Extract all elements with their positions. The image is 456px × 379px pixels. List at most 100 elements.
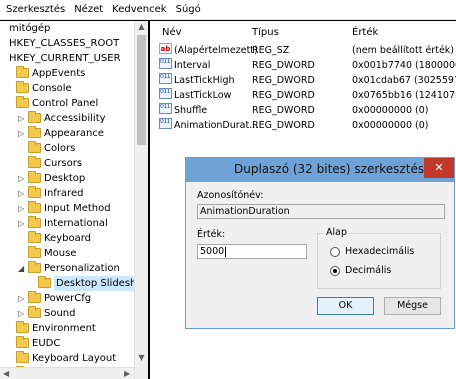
value-name: Shuffle: [174, 105, 208, 116]
tree-item-label: AppEvents: [32, 68, 86, 79]
value-name: Interval: [174, 60, 211, 71]
tree-item[interactable]: Mouse: [0, 246, 134, 261]
menu-edit[interactable]: Szerkesztés: [6, 4, 65, 15]
scroll-down-icon[interactable]: ▼: [135, 353, 148, 362]
value-row[interactable]: 011 110Interval REG_DWORD 0x001b7740 (1800…: [150, 58, 456, 73]
column-header-name[interactable]: Név: [162, 27, 182, 38]
column-header-value[interactable]: Érték: [352, 27, 378, 38]
expand-arrow-icon[interactable]: ▷: [18, 291, 25, 306]
value-row[interactable]: 011 110LastTickLow REG_DWORD 0x0765bb16 (1…: [150, 88, 456, 103]
tree-item[interactable]: Colors: [0, 141, 134, 156]
dialog-title: Duplaszó (32 bites) szerkesztése: [234, 162, 432, 176]
expand-arrow-icon[interactable]: ▷: [18, 111, 25, 126]
menu-help[interactable]: Súgó: [176, 4, 201, 15]
text-caret: [225, 246, 227, 257]
tree-item-label: EUDC: [32, 338, 61, 349]
scroll-up-icon[interactable]: ▲: [135, 22, 148, 31]
close-icon: ✕: [434, 161, 444, 174]
expand-arrow-icon[interactable]: ▷: [18, 186, 25, 201]
value-data-input[interactable]: 5000: [197, 244, 307, 259]
tree-item-label: International: [44, 218, 108, 229]
decimal-radio[interactable]: [330, 266, 340, 276]
decimal-radio-label[interactable]: Decimális: [345, 265, 391, 276]
menu-view[interactable]: Nézet: [74, 4, 103, 15]
tree-item-label: Infrared: [44, 188, 84, 199]
tree-item[interactable]: ▷ Input Method: [0, 201, 134, 216]
tree-item[interactable]: ▷ Desktop: [0, 171, 134, 186]
tree-item[interactable]: ▷ Sound: [0, 306, 134, 321]
folder-icon: [16, 321, 29, 333]
tree-item[interactable]: HKEY_CURRENT_USER: [0, 51, 134, 66]
tree-item[interactable]: ▷ Infrared: [0, 186, 134, 201]
dialog-titlebar[interactable]: Duplaszó (32 bites) szerkesztése ✕: [186, 158, 454, 182]
value-row[interactable]: 011 110AnimationDurat...REG_DWORD 0x00000…: [150, 118, 456, 133]
expand-arrow-icon[interactable]: ▷: [18, 216, 25, 231]
folder-icon: [28, 246, 41, 258]
expand-arrow-icon[interactable]: ▷: [18, 306, 25, 321]
folder-icon: [28, 261, 41, 273]
base-groupbox: Alap Hexadecimális Decimális: [317, 227, 441, 289]
folder-icon: [28, 216, 41, 228]
tree-item-label: HKEY_CLASSES_ROOT: [9, 38, 120, 49]
tree-item[interactable]: ▷ Accessibility: [0, 111, 134, 126]
tree-item[interactable]: Cursors: [0, 156, 134, 171]
tree-item[interactable]: AppEvents: [0, 66, 134, 81]
close-button[interactable]: ✕: [424, 158, 454, 178]
value-name-label: Azonosítónév:: [197, 190, 264, 201]
value-type: REG_DWORD: [252, 90, 315, 101]
value-row[interactable]: 011 110Shuffle REG_DWORD 0x00000000 (0): [150, 103, 456, 118]
tree-item-label: Personalization: [44, 263, 120, 274]
value-data-label: Érték:: [197, 229, 226, 240]
tree-item[interactable]: HKEY_CLASSES_ROOT: [0, 36, 134, 51]
tree-item[interactable]: Console: [0, 81, 134, 96]
tree-item[interactable]: mitógép: [0, 21, 134, 36]
column-header-type[interactable]: Típus: [252, 27, 279, 38]
expand-arrow-icon[interactable]: ▷: [18, 201, 25, 216]
value-type: REG_DWORD: [252, 75, 315, 86]
expand-arrow-icon[interactable]: ▷: [18, 126, 25, 141]
tree-item[interactable]: EUDC: [0, 336, 134, 351]
tree-item[interactable]: Environment: [0, 321, 134, 336]
scroll-thumb[interactable]: [137, 35, 146, 145]
value-name: AnimationDurat...: [174, 120, 259, 131]
tree-item-label: Accessibility: [44, 113, 106, 124]
tree-item-label: mitógép: [9, 23, 51, 34]
ok-button[interactable]: OK: [317, 297, 374, 315]
tree-item[interactable]: Keyboard Layout: [0, 351, 134, 366]
registry-tree: mitógép HKEY_CLASSES_ROOT HKEY_CURRENT_USE…: [0, 21, 148, 379]
value-value: 0x0765bb16 (124107542): [352, 90, 456, 101]
folder-icon: [16, 66, 29, 78]
folder-icon: [28, 186, 41, 198]
tree-item-label: Cursors: [44, 158, 83, 169]
tree-item[interactable]: Keyboard: [0, 231, 134, 246]
menu-favorites[interactable]: Kedvencek: [112, 4, 166, 15]
folder-icon: [28, 201, 41, 213]
tree-item[interactable]: Control Panel: [0, 96, 134, 111]
hex-radio[interactable]: [330, 247, 340, 257]
tree-item[interactable]: ▷ Appearance: [0, 126, 134, 141]
value-row[interactable]: ab (Alapértelmezett) REG_SZ (nem beállított…: [150, 43, 456, 58]
tree-item-label: Console: [32, 83, 72, 94]
folder-icon: [28, 141, 41, 153]
value-value: 0x001b7740 (1800000): [352, 60, 456, 71]
value-row[interactable]: 011 110LastTickHigh REG_DWORD 0x01cdab67 (…: [150, 73, 456, 88]
scroll-left-icon[interactable]: ◀: [3, 368, 9, 379]
value-value: 0x00000000 (0): [352, 120, 429, 131]
collapse-arrow-icon[interactable]: ◢: [18, 261, 25, 276]
tree-item[interactable]: Desktop Slideshow: [0, 276, 148, 291]
value-value: 0x00000000 (0): [352, 105, 429, 116]
tree-item[interactable]: ◢ Personalization: [0, 261, 134, 276]
tree-horizontal-scrollbar[interactable]: ◀ ▶: [0, 367, 134, 379]
folder-icon: [28, 171, 41, 183]
edit-dword-dialog: Duplaszó (32 bites) szerkesztése ✕ Azono…: [185, 157, 455, 329]
hex-radio-label[interactable]: Hexadecimális: [345, 246, 414, 257]
folder-icon: [16, 351, 29, 363]
scroll-right-icon[interactable]: ▶: [124, 368, 130, 379]
folder-icon: [28, 111, 41, 123]
expand-arrow-icon[interactable]: ▷: [18, 171, 25, 186]
cancel-button[interactable]: Mégse: [384, 297, 441, 315]
tree-item[interactable]: ▷ PowerCfg: [0, 291, 134, 306]
tree-item[interactable]: ▷ International: [0, 216, 134, 231]
tree-vertical-scrollbar[interactable]: ▲ ▼: [134, 21, 148, 379]
base-legend: Alap: [324, 227, 349, 238]
